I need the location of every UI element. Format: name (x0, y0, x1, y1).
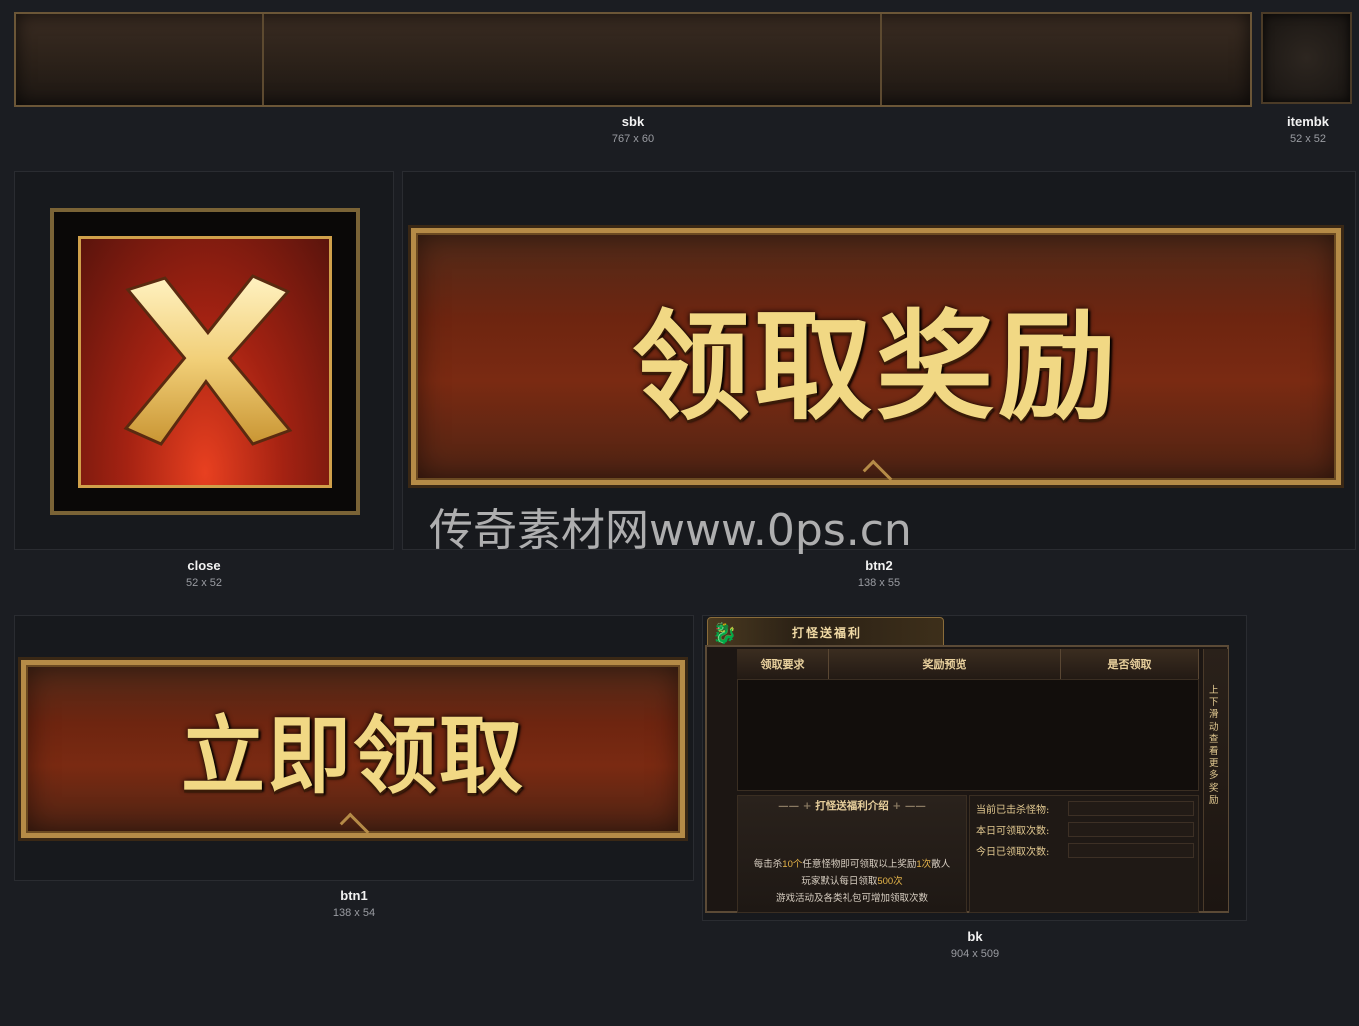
asset-size-close: 52 x 52 (185, 577, 223, 589)
intro-desc-line1: 每击杀10个任意怪物即可领取以上奖励1次散人 (753, 859, 951, 870)
btn1-claim-now-button[interactable]: 立即领取 (21, 660, 685, 843)
asset-size-bk: 904 x 509 (950, 948, 1000, 960)
asset-tile-close[interactable] (14, 171, 394, 550)
bk-title: 打怪送福利 (792, 626, 863, 640)
dragon-icon: 🐉 (712, 621, 737, 645)
stat-killed-label: 当前已击杀怪物: (976, 804, 1050, 816)
close-button-face (78, 236, 332, 488)
close-button-image[interactable] (50, 208, 360, 515)
asset-name-itembk: itembk (1287, 114, 1329, 129)
stat-available-value (1068, 822, 1194, 837)
side-scroll-hint[interactable]: 上下滑动查看更多奖励 (1203, 649, 1228, 911)
asset-name-close: close (187, 558, 221, 573)
sbk-divider (880, 14, 882, 105)
stat-available-label: 本日可领取次数: (976, 825, 1050, 837)
asset-tile-btn2[interactable]: 领取奖励 传奇素材网www.0ps.cn (402, 171, 1356, 556)
asset-name-btn1: btn1 (340, 888, 368, 903)
asset-size-btn1: 138 x 54 (332, 907, 376, 919)
col-header-preview: 奖励预览 (829, 649, 1061, 679)
stat-claimed-value (1068, 843, 1194, 858)
asset-size-btn2: 138 x 55 (857, 577, 901, 589)
itembk-slot-image (1261, 12, 1352, 104)
intro-desc-line3: 游戏活动及各类礼包可增加领取次数 (775, 893, 928, 904)
sbk-divider (262, 14, 264, 105)
col-header-requirement: 领取要求 (737, 649, 829, 679)
col-header-claimed: 是否领取 (1061, 649, 1199, 679)
btn2-claim-reward-button[interactable]: 领取奖励 (411, 228, 1341, 490)
asset-name-sbk: sbk (621, 114, 645, 129)
stats-section: 当前已击杀怪物: 本日可领取次数: 今日已领取次数: (969, 795, 1199, 913)
asset-name-btn2: btn2 (865, 558, 893, 573)
intro-section: —— + 打怪送福利介绍 + —— 每击杀10个任意怪物即可领取以上奖励1次散人… (737, 795, 967, 913)
intro-desc-line2: 玩家默认每日领取500次 (801, 876, 903, 887)
btn1-label: 立即领取 (180, 705, 525, 805)
side-hint-text: 上下滑动查看更多奖励 (1209, 685, 1219, 806)
asset-tile-btn1[interactable]: 立即领取 (14, 615, 694, 881)
asset-name-bk: bk (967, 929, 983, 944)
close-icon (123, 274, 293, 446)
intro-title: —— + 打怪送福利介绍 + —— (778, 800, 926, 812)
bk-panel: 领取要求 奖励预览 是否领取 上下滑动查看更多奖励 —— + 打怪送福利介绍 +… (705, 645, 1229, 913)
stat-killed-value (1068, 801, 1194, 816)
stat-claimed-label: 今日已领取次数: (976, 846, 1050, 858)
asset-size-itembk: 52 x 52 (1289, 133, 1327, 145)
sbk-frame-image (14, 12, 1252, 107)
reward-list[interactable] (737, 679, 1199, 791)
asset-size-sbk: 767 x 60 (611, 133, 655, 145)
btn2-label: 领取奖励 (631, 297, 1120, 436)
watermark-text: 传奇素材网www.0ps.cn (429, 505, 912, 556)
